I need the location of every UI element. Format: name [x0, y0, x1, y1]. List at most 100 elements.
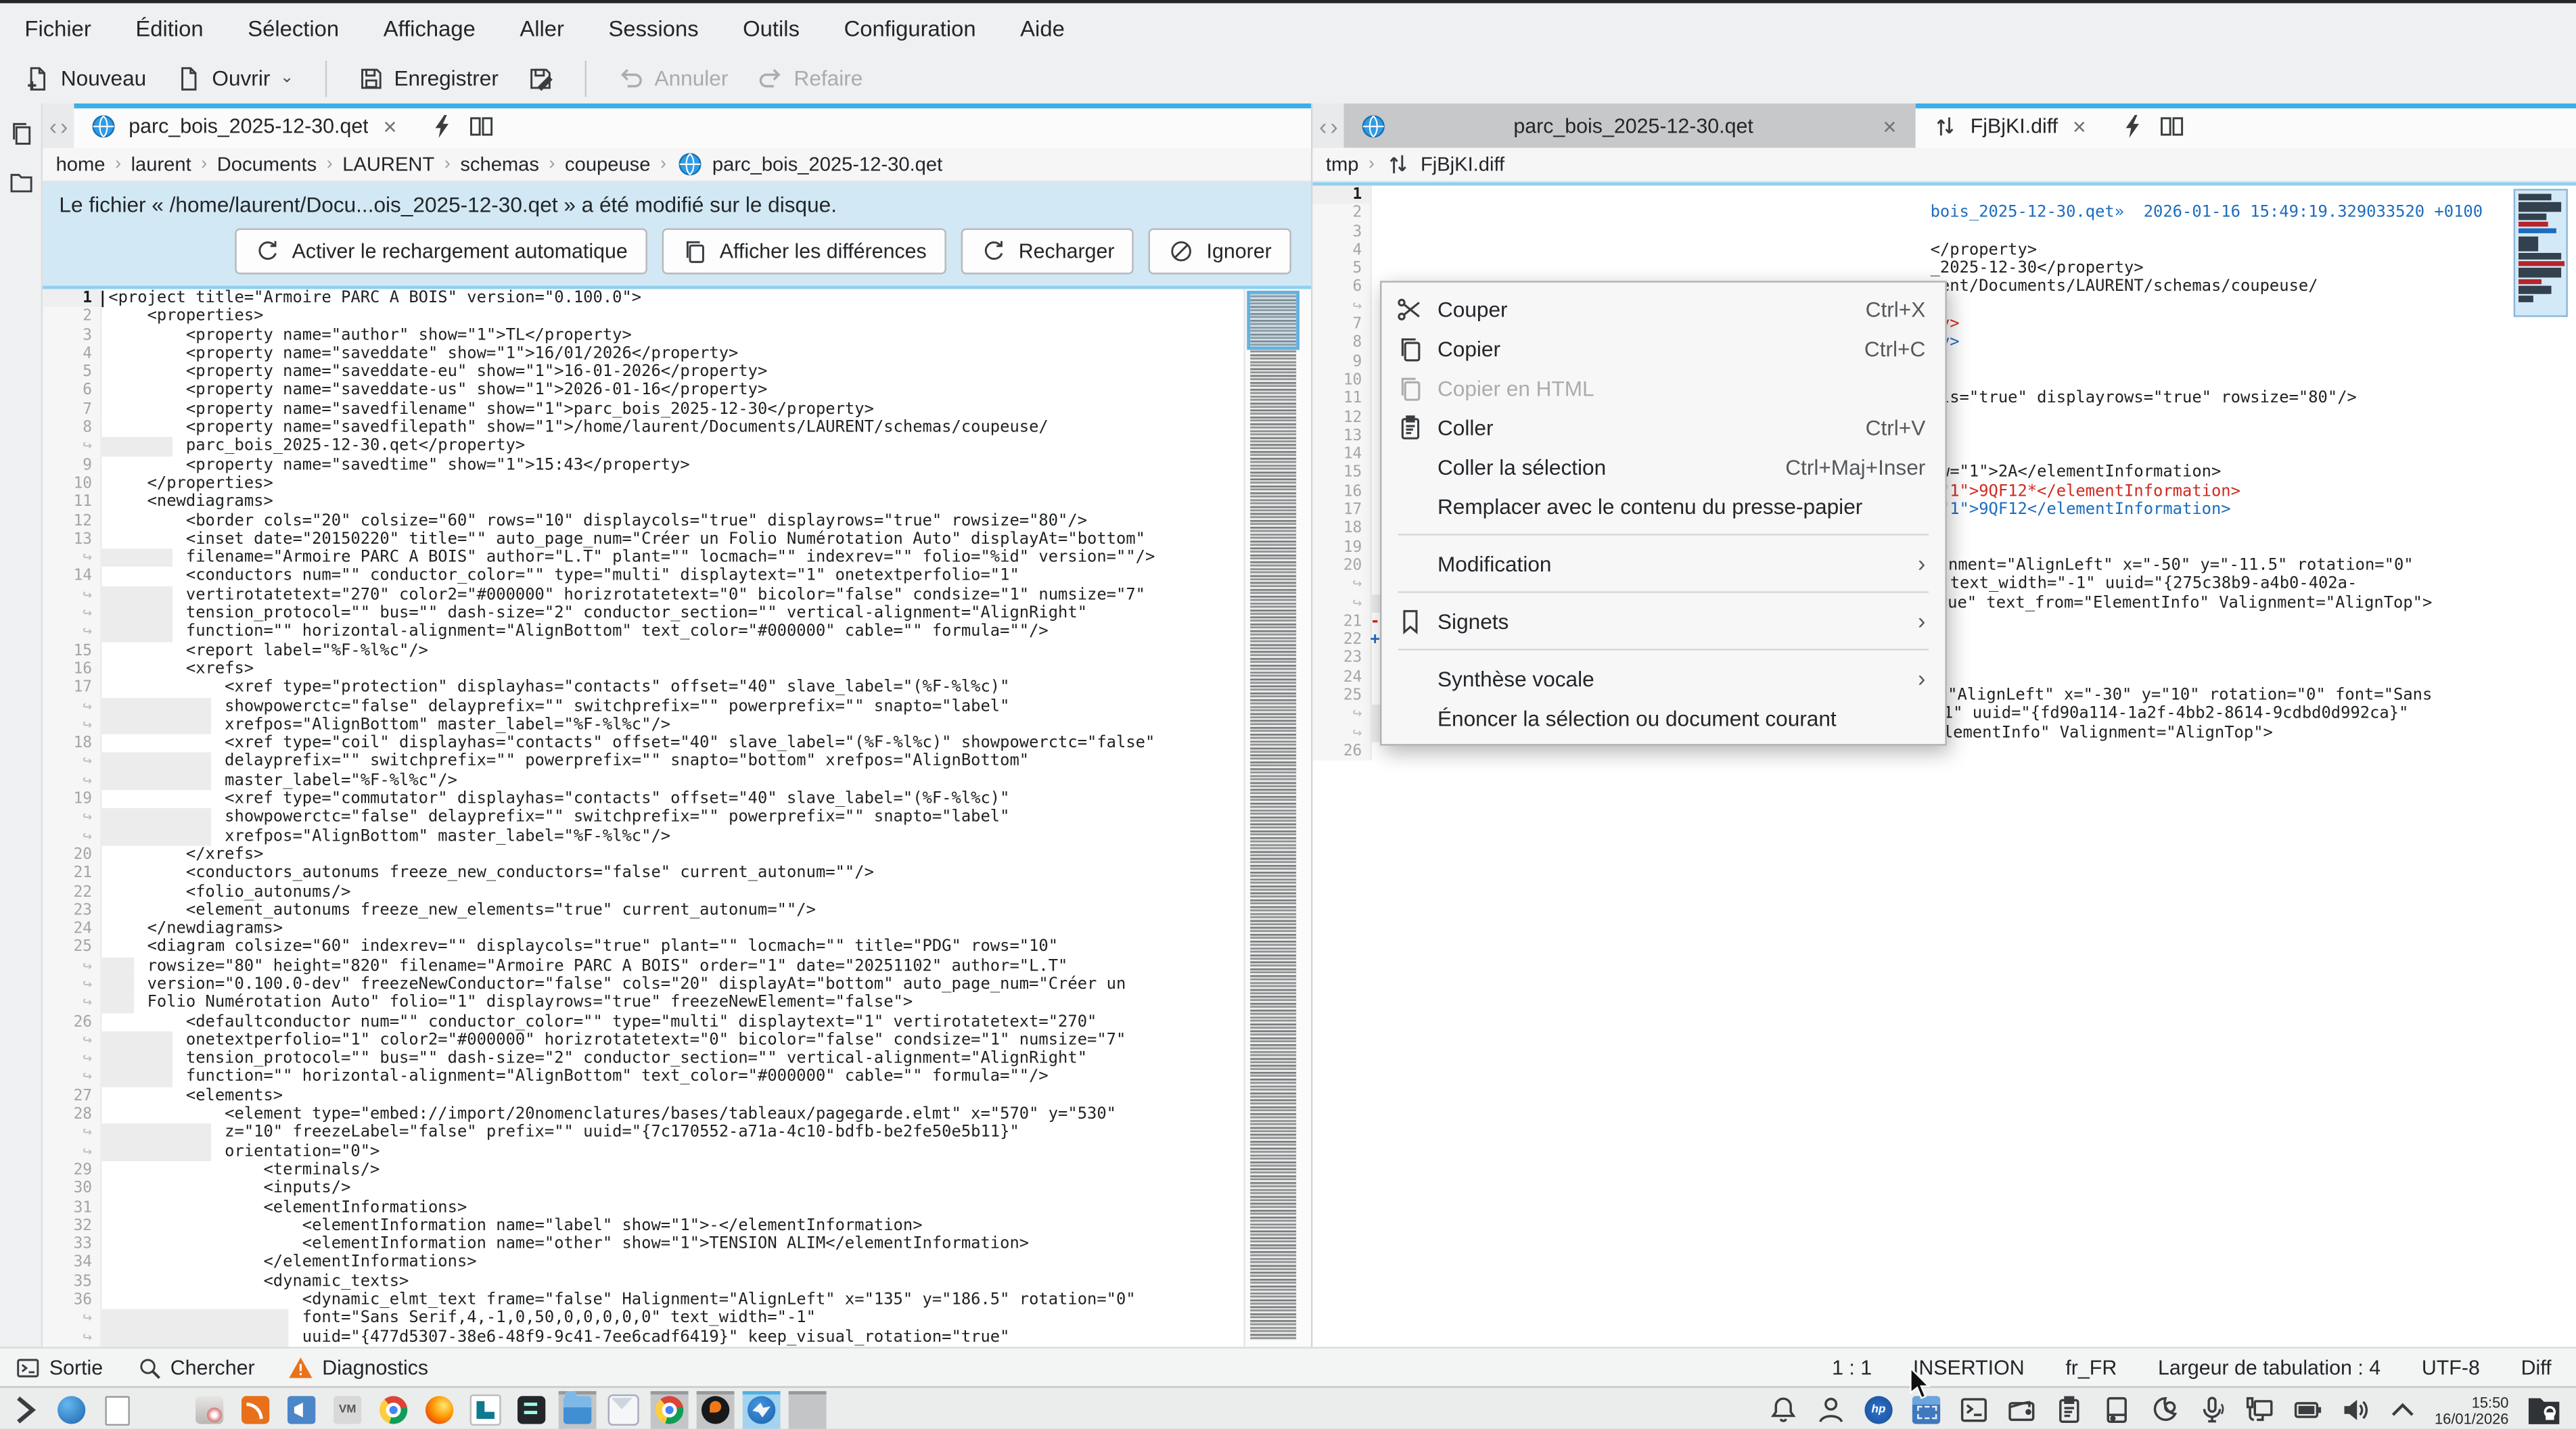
quick-open-icon[interactable]	[2119, 112, 2145, 139]
tray-volume-icon[interactable]	[2339, 1395, 2370, 1426]
breadcrumb-segment[interactable]: home	[56, 153, 106, 176]
minimap-viewport[interactable]	[1247, 291, 1300, 350]
menu-item-coller[interactable]: CollerCtrl+V	[1381, 407, 1945, 446]
menubar-item[interactable]: Sélection	[248, 16, 339, 40]
taskbar-window-chrome[interactable]	[651, 1391, 689, 1429]
save-as-button[interactable]	[517, 60, 566, 96]
menu-item--noncer-la-s-lection-ou-document-courant[interactable]: Énoncer la sélection ou document courant	[1381, 698, 1945, 737]
tray-user-icon[interactable]	[1815, 1395, 1846, 1426]
tray-chevron-up-icon[interactable]	[2387, 1395, 2418, 1426]
breadcrumb-segment[interactable]: schemas	[460, 153, 539, 176]
menu-item-remplacer-avec-le-contenu-du-presse-papier[interactable]: Remplacer avec le contenu du presse-papi…	[1381, 486, 1945, 525]
menu-item-copier[interactable]: CopierCtrl+C	[1381, 329, 1945, 368]
tray-kdeconnect-icon[interactable]	[2244, 1395, 2275, 1426]
menubar-item[interactable]: Aller	[520, 16, 564, 40]
menubar-item[interactable]: Outils	[743, 16, 800, 40]
tray-hp-icon[interactable]: hp	[1863, 1395, 1894, 1426]
documents-toolview-icon[interactable]	[7, 120, 34, 146]
notification-button[interactable]: Recharger	[961, 229, 1134, 275]
taskbar-window-penguin[interactable]	[697, 1391, 735, 1429]
tab-parc-bois[interactable]: parc_bois_2025-12-30.qet ×	[74, 103, 416, 148]
menu-item-synth-se-vocale[interactable]: Synthèse vocale›	[1381, 659, 1945, 698]
close-icon[interactable]: ×	[1880, 112, 1900, 139]
menubar-item[interactable]: Aide	[1020, 16, 1065, 40]
taskbar-window-qelectrotech[interactable]	[789, 1391, 827, 1429]
redo-button[interactable]: Refaire	[746, 60, 874, 96]
status-segment[interactable]: fr_FR	[2065, 1356, 2117, 1379]
tray-drive-icon[interactable]	[2101, 1395, 2132, 1426]
taskbar-chrome-icon[interactable]	[375, 1391, 413, 1429]
tab-back-icon[interactable]: ‹	[1319, 112, 1327, 139]
notification-button[interactable]: Activer le rechargement automatique	[235, 229, 647, 275]
open-button[interactable]: Ouvrir⌄	[164, 60, 305, 96]
notification-button[interactable]: Afficher les différences	[662, 229, 946, 275]
notification-button[interactable]: Ignorer	[1149, 229, 1291, 275]
status-segment[interactable]: UTF-8	[2422, 1356, 2480, 1379]
menu-item-coller-la-s-lection[interactable]: Coller la sélectionCtrl+Maj+Inser	[1381, 447, 1945, 486]
quick-open-icon[interactable]	[430, 112, 456, 139]
tray-nightlight-icon[interactable]	[2148, 1395, 2180, 1426]
menubar-item[interactable]: Fichier	[24, 16, 91, 40]
taskbar-vmware-icon[interactable]: VM	[329, 1391, 367, 1429]
breadcrumb-segment[interactable]: coupeuse	[565, 153, 650, 176]
left-editor[interactable]: 1<project title="Armoire PARC A BOIS" ve…	[43, 286, 1311, 1347]
breadcrumb-segment[interactable]: LAURENT	[342, 153, 434, 176]
tab-forward-icon[interactable]: ›	[60, 112, 68, 139]
new-button[interactable]: Nouveau	[13, 60, 158, 96]
tab-diff[interactable]: FjBjKI.diff ×	[1916, 103, 2106, 148]
clock[interactable]: 15:5016/01/2026	[2435, 1394, 2508, 1427]
taskbar-tweaks-icon[interactable]	[513, 1391, 551, 1429]
taskbar-phone-icon[interactable]	[467, 1391, 505, 1429]
left-scrollbar-minimap[interactable]	[1243, 289, 1311, 1346]
breadcrumb-segment[interactable]: FjBjKI.diff	[1421, 153, 1504, 176]
taskbar-qelectrotech-icon[interactable]	[145, 1391, 183, 1429]
status-segment[interactable]: Diff	[2521, 1356, 2552, 1379]
menubar-item[interactable]: Affichage	[384, 16, 476, 40]
menubar-item[interactable]: Édition	[135, 16, 203, 40]
menubar-item[interactable]: Sessions	[609, 16, 699, 40]
diff-minimap[interactable]	[2514, 189, 2568, 317]
split-view-icon[interactable]	[469, 112, 495, 139]
tray-bell-icon[interactable]	[1768, 1395, 1799, 1426]
save-button[interactable]: Enregistrer	[346, 60, 510, 96]
breadcrumb-segment[interactable]: laurent	[131, 153, 191, 176]
filesystem-toolview-icon[interactable]	[7, 169, 34, 195]
tab-forward-icon[interactable]: ›	[1330, 112, 1337, 139]
tab-parc-bois-right[interactable]: parc_bois_2025-12-30.qet ×	[1344, 103, 1916, 148]
taskbar-thunderbird-icon[interactable]	[53, 1391, 91, 1429]
taskbar-window-mail[interactable]	[605, 1391, 643, 1429]
taskbar-launcher-chevron-icon[interactable]	[7, 1391, 45, 1429]
tab-back-icon[interactable]: ‹	[49, 112, 57, 139]
status-segment[interactable]: 1 : 1	[1832, 1356, 1872, 1379]
menu-item-couper[interactable]: CouperCtrl+X	[1381, 289, 1945, 328]
breadcrumb-segment[interactable]: parc_bois_2025-12-30.qet	[712, 153, 942, 176]
toolview-button-diagnostics[interactable]: Diagnostics	[288, 1354, 428, 1380]
taskbar-firefox-icon[interactable]	[421, 1391, 459, 1429]
breadcrumb-segment[interactable]: Documents	[217, 153, 317, 176]
taskbar-k3b-icon[interactable]	[191, 1391, 229, 1429]
tray-vault-icon[interactable]	[2525, 1391, 2563, 1429]
close-icon[interactable]: ×	[380, 112, 400, 139]
taskbar-announce-icon[interactable]	[283, 1391, 321, 1429]
toolview-button-sortie[interactable]: Sortie	[15, 1354, 103, 1380]
search-icon	[136, 1354, 162, 1380]
menubar-item[interactable]: Configuration	[844, 16, 976, 40]
taskbar-rss-icon[interactable]	[237, 1391, 275, 1429]
tray-mic-icon[interactable]	[2196, 1395, 2228, 1426]
tray-clipboard-icon[interactable]	[2054, 1395, 2085, 1426]
split-view-icon[interactable]	[2159, 112, 2185, 139]
toolview-button-chercher[interactable]: Chercher	[136, 1354, 255, 1380]
menu-item-modification[interactable]: Modification›	[1381, 544, 1945, 583]
taskbar-window-dolphin[interactable]	[559, 1391, 597, 1429]
close-icon[interactable]: ×	[2069, 112, 2090, 139]
tray-battery-icon[interactable]	[2292, 1395, 2323, 1426]
undo-button[interactable]: Annuler	[607, 60, 739, 96]
code-text: <border cols="20" colsize="60" rows="10"…	[102, 512, 1087, 530]
status-segment[interactable]: Largeur de tabulation : 4	[2158, 1356, 2380, 1379]
tray-wallet-icon[interactable]	[2006, 1395, 2037, 1426]
menu-item-signets[interactable]: Signets›	[1381, 601, 1945, 640]
taskbar-window-kate[interactable]	[743, 1391, 781, 1429]
breadcrumb-segment[interactable]: tmp	[1326, 153, 1359, 176]
tray-terminal-icon[interactable]	[1958, 1395, 1990, 1426]
taskbar-document-icon[interactable]	[99, 1391, 137, 1429]
